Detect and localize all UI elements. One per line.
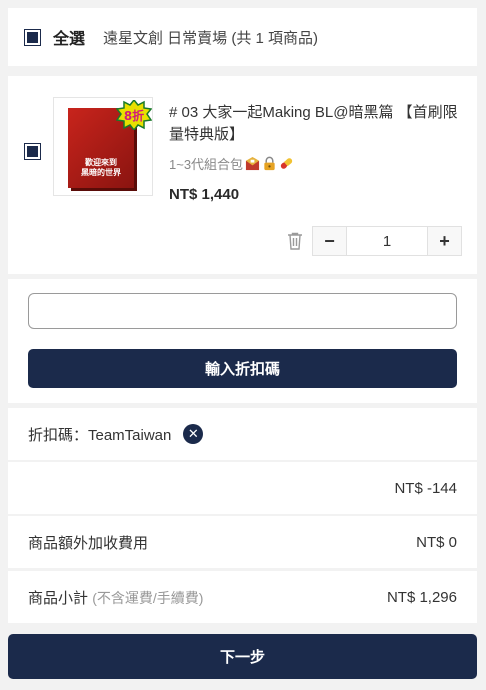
quantity-stepper: − 1 + [312, 226, 462, 256]
next-step-button[interactable]: 下一步 [8, 634, 477, 679]
discount-badge-icon: 8折 [116, 100, 152, 130]
cart-header: 全選 遠星文創 日常賣場 (共 1 項商品) [8, 8, 477, 66]
applied-coupon: 折扣碼：TeamTaiwan ✕ [28, 424, 204, 445]
extra-fee-value: NT$ 0 [416, 533, 457, 551]
extra-fee-label: 商品額外加收費用 [28, 534, 149, 552]
variant-label: 1~3代組合包 [169, 157, 244, 172]
applied-coupon-label: 折扣碼：TeamTaiwan [28, 426, 172, 444]
quantity-value[interactable]: 1 [347, 226, 427, 256]
lock-icon [264, 156, 275, 171]
select-all-checkbox[interactable] [24, 28, 41, 46]
decrease-quantity-button[interactable]: − [312, 226, 347, 256]
pill-icon [280, 158, 293, 169]
product-title[interactable]: # 03 大家一起Making BL@暗黑篇 【首刷限量特典版】 [169, 102, 469, 146]
subtotal-note: (不含運費/手續費) [92, 589, 204, 606]
select-all-label[interactable]: 全選 [53, 25, 85, 49]
product-checkbox[interactable] [24, 143, 41, 160]
applied-coupon-row: 折扣碼：TeamTaiwan ✕ [8, 408, 477, 460]
apply-coupon-button[interactable]: 輸入折扣碼 [28, 349, 457, 388]
discount-row: NT$ -144 [8, 462, 477, 514]
increase-quantity-button[interactable]: + [427, 226, 462, 256]
coupon-input[interactable] [28, 293, 457, 329]
product-variant: 1~3代組合包 [169, 154, 294, 173]
subtotal-value: NT$ 1,296 [386, 588, 457, 606]
discount-value: NT$ -144 [394, 479, 457, 497]
product-price: NT$ 1,440 [169, 186, 240, 203]
mail-icon [246, 156, 260, 171]
discount-badge-text: 8折 [124, 108, 144, 123]
trash-icon[interactable] [287, 232, 303, 250]
box-text: 歡迎來到 黑暗的世界 [81, 158, 121, 177]
subtotal-row: 商品小計 (不含運費/手續費) NT$ 1,296 [8, 571, 477, 623]
extra-fee-row: 商品額外加收費用 NT$ 0 [8, 516, 477, 568]
coupon-section: 輸入折扣碼 [8, 279, 477, 403]
product-item: 歡迎來到 黑暗的世界 8折 # 03 大家一起Making BL@暗黑篇 【首刷… [8, 76, 477, 274]
subtotal-label-group: 商品小計 (不含運費/手續費) [28, 587, 203, 608]
product-image[interactable]: 歡迎來到 黑暗的世界 8折 [53, 97, 153, 196]
remove-coupon-icon[interactable]: ✕ [183, 424, 204, 444]
shop-info: 遠星文創 日常賣場 (共 1 項商品) [103, 29, 319, 47]
subtotal-label: 商品小計 [28, 589, 89, 607]
